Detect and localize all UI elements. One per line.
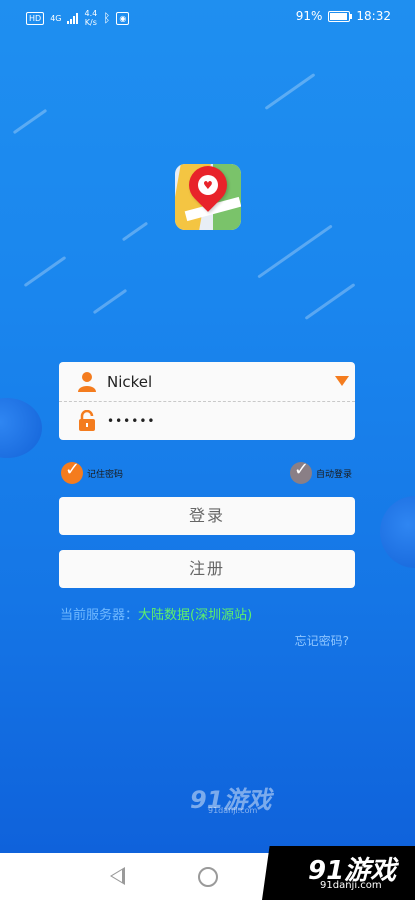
decor-streak — [23, 255, 67, 288]
checkmark-icon[interactable] — [290, 459, 312, 484]
password-value[interactable]: •••••• — [107, 414, 155, 428]
network-type: 4G — [50, 13, 62, 23]
clock: 18:32 — [356, 9, 391, 23]
login-button[interactable]: 登录 — [59, 497, 355, 535]
register-button[interactable]: 注册 — [59, 550, 355, 588]
network-speed: 4.4 K/s — [84, 9, 97, 27]
corner-badge-site: 91danji.com — [320, 880, 382, 891]
battery-percent: 91% — [295, 9, 323, 23]
checkmark-icon[interactable] — [61, 459, 83, 484]
lock-icon — [79, 409, 95, 431]
hd-icon: HD — [26, 11, 45, 25]
speed-value: 4.4 — [84, 9, 98, 18]
speed-unit: K/s — [84, 18, 97, 27]
status-right: 91% 18:32 — [296, 9, 391, 23]
home-icon[interactable] — [198, 867, 218, 887]
decor-streak — [304, 283, 356, 320]
username-value[interactable]: Nickel — [107, 373, 152, 391]
back-icon[interactable] — [110, 867, 125, 885]
status-bar: HD 4G 4.4 K/s ᛒ ◉ 91% 18:32 — [0, 0, 415, 34]
battery-fill — [330, 12, 347, 20]
forgot-password-link[interactable]: 忘记密码? — [295, 632, 349, 649]
status-left: HD 4G 4.4 K/s ᛒ ◉ — [26, 9, 130, 27]
decor-streak — [92, 288, 128, 315]
signal-icon — [67, 12, 79, 24]
user-icon — [78, 371, 96, 392]
auto-login-checkbox[interactable]: 自动登录 — [290, 459, 353, 484]
login-screen: HD 4G 4.4 K/s ᛒ ◉ 91% 18:32 ♥ Nickel •••… — [0, 0, 415, 853]
password-field[interactable]: •••••• — [59, 401, 355, 440]
server-info: 当前服务器：大陆数据(深圳源站) — [60, 604, 252, 623]
remember-password-label: 记住密码 — [87, 469, 124, 480]
username-field[interactable]: Nickel — [59, 362, 355, 402]
auto-login-label: 自动登录 — [316, 469, 353, 480]
decor-streak — [264, 73, 316, 110]
server-label: 当前服务器： — [60, 608, 139, 623]
decor-streak — [12, 108, 48, 135]
dropdown-arrow-icon[interactable] — [335, 376, 349, 386]
decor-streak — [121, 221, 149, 242]
app-logo: ♥ — [175, 164, 241, 230]
app-notification-icon: ◉ — [116, 11, 130, 25]
remember-password-checkbox[interactable]: 记住密码 — [61, 459, 124, 484]
heart-icon: ♥ — [203, 179, 213, 192]
decor-streak — [257, 224, 333, 279]
server-value[interactable]: 大陆数据(深圳源站) — [138, 608, 252, 623]
watermark-site: 91danji.com — [208, 806, 258, 815]
credentials-card: Nickel •••••• — [59, 362, 355, 440]
decor-orb — [0, 398, 42, 458]
bluetooth-icon: ᛒ — [103, 11, 111, 25]
watermark: 91游戏 91danji.com — [190, 780, 271, 815]
decor-orb — [380, 496, 415, 568]
battery-icon — [328, 10, 353, 22]
